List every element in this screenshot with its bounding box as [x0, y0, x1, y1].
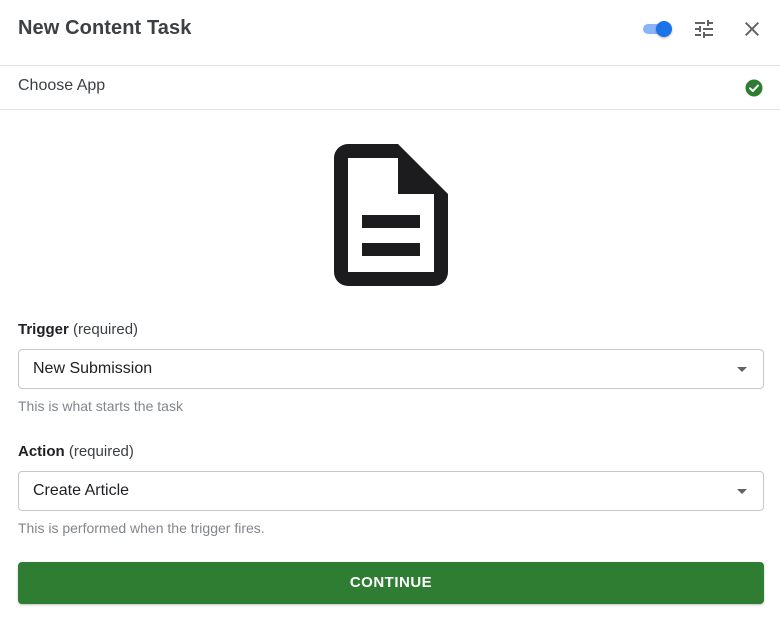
action-required-text: (required): [68, 443, 134, 460]
tune-icon[interactable]: [692, 17, 716, 41]
toggle-knob: [656, 21, 672, 37]
chevron-down-icon: [737, 367, 747, 372]
action-select-value: Create Article: [33, 482, 130, 499]
trigger-select-value: New Submission: [33, 360, 153, 377]
document-icon: [334, 144, 448, 286]
close-icon[interactable]: [740, 17, 764, 41]
dialog-title: New Content Task: [18, 17, 192, 39]
check-circle-icon: [745, 79, 763, 97]
action-hint: This is performed when the trigger fires…: [18, 520, 265, 536]
trigger-label: Trigger (required): [18, 321, 138, 338]
enable-toggle[interactable]: [642, 21, 672, 37]
continue-button[interactable]: CONTINUE: [18, 562, 764, 604]
choose-app-label: Choose App: [18, 77, 106, 94]
chevron-down-icon: [737, 489, 747, 494]
action-select[interactable]: Create Article: [18, 471, 764, 511]
trigger-hint: This is what starts the task: [18, 398, 183, 414]
action-label: Action (required): [18, 443, 134, 460]
dialog-header: New Content Task: [0, 0, 780, 66]
action-label-text: Action: [18, 443, 65, 460]
trigger-label-text: Trigger: [18, 321, 69, 338]
trigger-select[interactable]: New Submission: [18, 349, 764, 389]
trigger-required-text: (required): [73, 321, 139, 338]
choose-app-row[interactable]: Choose App: [0, 66, 780, 110]
